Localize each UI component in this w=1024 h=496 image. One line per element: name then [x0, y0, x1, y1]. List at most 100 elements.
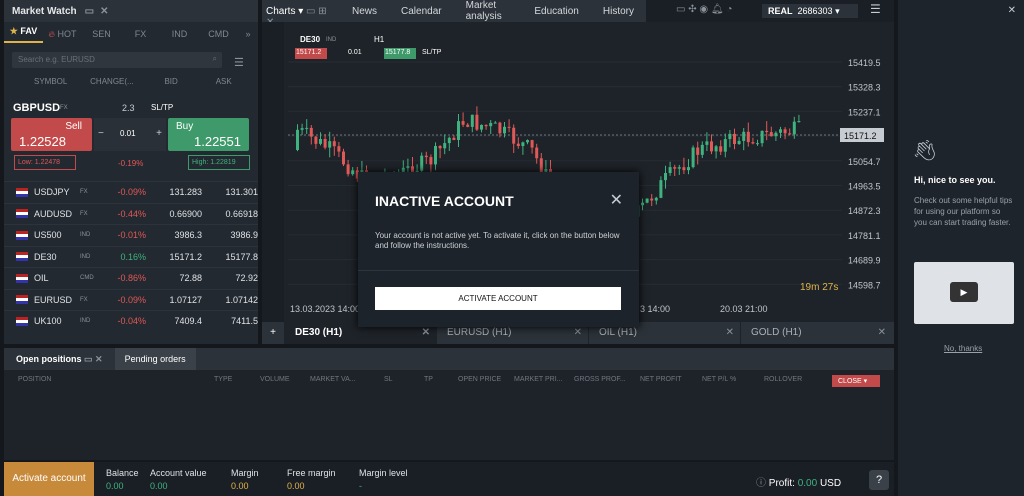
candle [346, 164, 350, 175]
activate-account-button-bottom[interactable]: Activate account [4, 462, 94, 496]
col-ask[interactable]: ASK [197, 77, 250, 86]
candle [457, 121, 460, 140]
candle [765, 130, 769, 133]
x-tick-label: 3 14:00 [640, 304, 670, 314]
list-view-icon[interactable]: ☰ [234, 56, 244, 69]
close-icon[interactable]: ✕ [878, 322, 886, 344]
candle [659, 180, 663, 198]
close-icon[interactable]: ✕ [100, 6, 108, 17]
candle [530, 140, 534, 148]
close-icon[interactable]: ✕ [726, 322, 734, 344]
account-select[interactable]: REAL 2686303 ▾ [762, 4, 858, 18]
column-header[interactable]: ROLLOVER [764, 376, 802, 383]
chart-sell-button[interactable]: 15171.2 [295, 48, 327, 59]
close-icon[interactable]: ✕ [610, 190, 623, 210]
star-icon: ★ [9, 25, 21, 36]
column-header[interactable]: TP [424, 376, 433, 383]
buy-button[interactable]: Buy 1.22551 [168, 118, 249, 151]
candle [498, 122, 502, 134]
toolbar-icons[interactable]: ▭ ✣ ◉ 🔔︎ ◔ [676, 4, 732, 15]
search-icon: ⌕ [212, 54, 217, 63]
list-item[interactable]: EURUSD FX -0.09% 1.07127 1.07142 [4, 288, 258, 310]
candle [461, 121, 465, 125]
column-header[interactable]: MARKET PRI... [514, 376, 563, 383]
tab-pending-orders[interactable]: Pending orders [114, 348, 196, 370]
nav-education[interactable]: Education [522, 6, 590, 17]
column-header[interactable]: NET P/L % [702, 376, 736, 383]
decrement-icon[interactable]: − [98, 128, 104, 139]
column-header[interactable]: NET PROFIT [640, 376, 681, 383]
increment-icon[interactable]: + [156, 128, 162, 139]
column-header[interactable]: VOLUME [260, 376, 290, 383]
tab-open-positions[interactable]: Open positions ▭ ✕ [4, 354, 115, 365]
close-all-button[interactable]: CLOSE ▾ [832, 375, 880, 387]
info-icon: ⓘ [756, 478, 769, 489]
list-item[interactable]: AUDUSD FX -0.44% 0.66900 0.66918 [4, 202, 258, 224]
modal-title: INACTIVE ACCOUNT [375, 193, 514, 209]
list-item[interactable]: US500 IND -0.01% 3986.3 3986.9 [4, 224, 258, 245]
column-header[interactable]: POSITION [18, 376, 51, 383]
menu-icon[interactable]: ☰ [870, 2, 881, 16]
tab-ind[interactable]: IND [160, 29, 199, 39]
flame-icon: 🔥︎ [48, 28, 58, 39]
candle [323, 138, 327, 148]
candle [526, 140, 529, 143]
tab-fav[interactable]: ★ FAV [4, 26, 43, 43]
col-symbol[interactable]: SYMBOL [12, 77, 79, 86]
chart-sltp[interactable]: SL/TP [422, 49, 441, 56]
y-tick-label: 15054.7 [848, 157, 881, 167]
list-item[interactable]: OIL CMD -0.86% 72.88 72.92 [4, 267, 258, 288]
volume-stepper[interactable]: − 0.01 + [94, 118, 166, 151]
undock-icon[interactable]: ▭ [85, 6, 94, 17]
nav-calendar[interactable]: Calendar [389, 6, 454, 17]
no-thanks-link[interactable]: No, thanks [944, 344, 982, 353]
flag-icon [16, 187, 28, 197]
more-tabs-icon[interactable]: » [238, 29, 258, 39]
nav-history[interactable]: History [591, 6, 646, 17]
column-header[interactable]: TYPE [214, 376, 232, 383]
col-change[interactable]: CHANGE(... [79, 77, 145, 86]
tutorial-video[interactable]: ▶ [914, 262, 1014, 324]
add-chart-icon[interactable]: + [262, 322, 284, 344]
chart-buy-button[interactable]: 15177.8 [384, 48, 416, 59]
candle [466, 124, 470, 127]
tab-cmd[interactable]: CMD [199, 29, 238, 39]
market-watch-panel: Market Watch ▭ ✕ ★ FAV 🔥︎ HOT SEN FX IND… [4, 0, 258, 344]
flag-icon [16, 316, 28, 326]
modal-divider [358, 270, 639, 271]
y-tick-label: 14781.1 [848, 231, 881, 241]
list-item[interactable]: UK100 IND -0.04% 7409.4 7411.5 [4, 310, 258, 331]
status-bar: Activate account Balance 0.00 Account valu… [4, 462, 894, 496]
column-header[interactable]: OPEN PRICE [458, 376, 501, 383]
help-icon[interactable]: ? [869, 470, 889, 490]
account-bar: REAL 2686303 ▾ ☰ ▭ ✣ ◉ 🔔︎ ◔ [646, 0, 894, 22]
x-tick-label: 13.03.2023 14:00 [290, 304, 360, 314]
candle [438, 145, 442, 149]
list-item[interactable]: USDJPY FX -0.09% 131.283 131.301 [4, 181, 258, 202]
play-icon[interactable]: ▶ [950, 282, 978, 302]
volume-value[interactable]: 0.01 [120, 129, 136, 138]
featured-symbol: GBPUSD [13, 102, 61, 114]
tab-fx[interactable]: FX [121, 29, 160, 39]
tab-sen[interactable]: SEN [82, 29, 121, 39]
candle [728, 133, 732, 140]
nav-news[interactable]: News [340, 6, 389, 17]
list-item[interactable]: DE30 IND 0.16% 15171.2 15177.8 [4, 245, 258, 267]
activate-account-button[interactable]: ACTIVATE ACCOUNT [375, 287, 621, 310]
col-bid[interactable]: BID [145, 77, 198, 86]
close-icon[interactable]: ✕ [1008, 5, 1016, 16]
column-header[interactable]: MARKET VA... [310, 376, 356, 383]
stat-free: Free margin 0.00 [287, 468, 336, 491]
timeframe-select[interactable]: H1 [374, 35, 384, 44]
tab-hot[interactable]: 🔥︎ HOT [43, 29, 82, 40]
column-header[interactable]: GROSS PROF... [574, 376, 626, 383]
sltp-label[interactable]: SL/TP [151, 103, 173, 112]
column-header[interactable]: SL [384, 376, 393, 383]
chart-volume[interactable]: 0.01 [348, 49, 362, 56]
nav-market-analysis[interactable]: Market analysis [454, 0, 523, 22]
candle [710, 141, 713, 152]
candle [314, 136, 318, 144]
sell-button[interactable]: Sell 1.22528 [11, 118, 92, 151]
search-input[interactable]: Search e.g. EURUSD ⌕ [12, 52, 222, 68]
chart-tab[interactable]: GOLD (H1) ✕ [740, 322, 892, 344]
